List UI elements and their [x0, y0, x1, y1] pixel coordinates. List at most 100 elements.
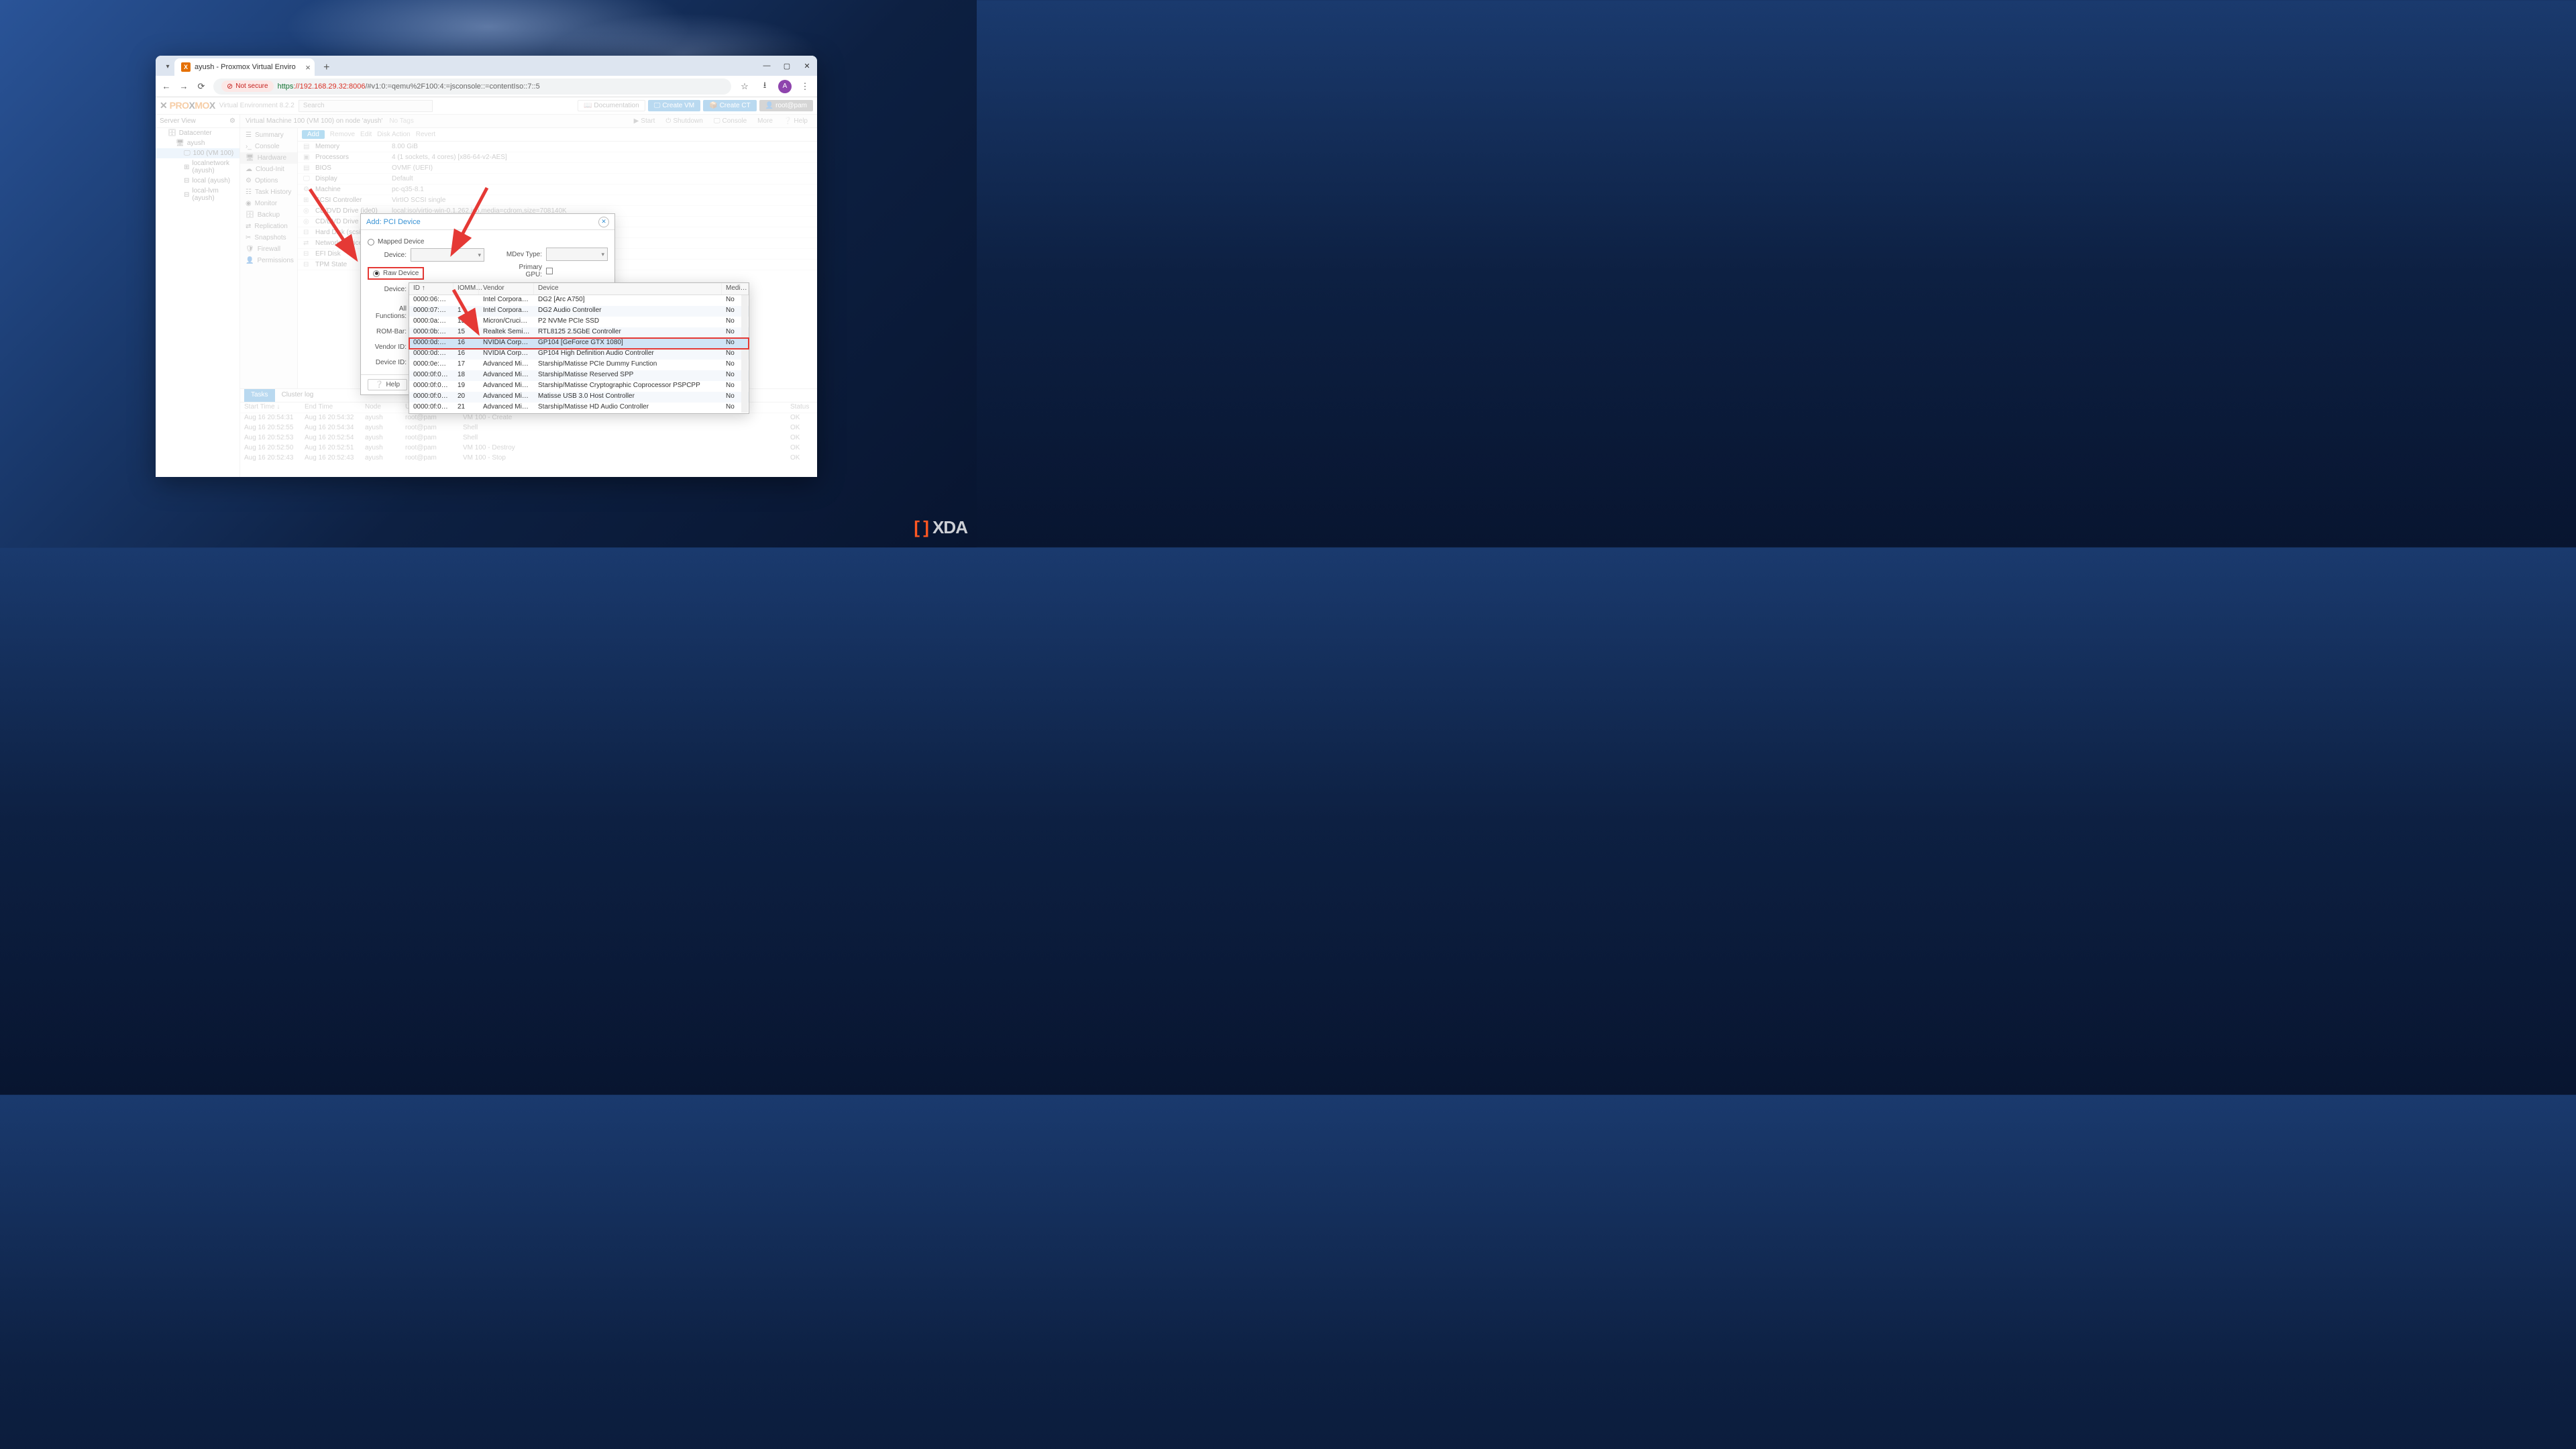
radio-mapped[interactable]	[368, 239, 374, 246]
server-tree-panel: Server View⚙ 🗄 Datacenter 🖥 ayush 🖵 100 …	[156, 115, 240, 477]
tree-view-selector[interactable]: Server View⚙	[156, 115, 239, 128]
modal-title: Add: PCI Device	[366, 218, 421, 226]
tree-localnetwork[interactable]: ⊞ localnetwork (ayush)	[156, 158, 239, 176]
dropdown-row[interactable]: 0000:0d:00.116NVIDIA CorporationGP104 Hi…	[409, 349, 749, 360]
proxmox-logo: ✕ PROXMOX	[160, 100, 215, 111]
hw-value: OVMF (UEFI)	[392, 164, 812, 172]
dropdown-row[interactable]: 0000:0d:00.016NVIDIA CorporationGP104 [G…	[409, 338, 749, 349]
address-bar: ← → ⟳ Not secure https://192.168.29.32:8…	[156, 76, 817, 97]
dropdown-row[interactable]: 0000:0f:00.018Advanced Micro …Starship/M…	[409, 370, 749, 381]
console-button[interactable]: 🖵 Console	[710, 117, 751, 125]
hw-label: Processors	[315, 154, 388, 161]
tree-local[interactable]: ⊟ local (ayush)	[156, 176, 239, 186]
more-button[interactable]: More	[753, 117, 777, 125]
chrome-menu-icon[interactable]: ⋮	[798, 80, 812, 93]
hw-row[interactable]: ⚙Machinepc-q35-8.1	[298, 184, 817, 195]
tree-local-lvm[interactable]: ⊟ local-lvm (ayush)	[156, 186, 239, 203]
nav-snapshots[interactable]: ✂ Snapshots	[240, 232, 297, 244]
profile-avatar[interactable]: A	[778, 80, 792, 93]
log-row[interactable]: Aug 16 20:54:31Aug 16 20:54:32ayushroot@…	[240, 413, 817, 423]
radio-raw[interactable]	[373, 270, 380, 277]
url-input[interactable]: Not secure https://192.168.29.32:8006/#v…	[213, 78, 731, 95]
close-tab-icon[interactable]: ×	[305, 62, 311, 72]
log-row[interactable]: Aug 16 20:52:43Aug 16 20:52:43ayushroot@…	[240, 453, 817, 464]
hw-label: Display	[315, 175, 388, 182]
tab-tasks[interactable]: Tasks	[244, 389, 275, 402]
dropdown-row[interactable]: 0000:0e:00.017Advanced Micro …Starship/M…	[409, 360, 749, 370]
browser-tab-bar: ▾ ayush - Proxmox Virtual Enviro × + — ▢…	[156, 56, 817, 76]
nav-permissions[interactable]: 👤 Permissions	[240, 255, 297, 266]
hw-row[interactable]: ▤Memory8.00 GiB	[298, 142, 817, 152]
nav-backup[interactable]: 🗄 Backup	[240, 209, 297, 221]
tab-title: ayush - Proxmox Virtual Enviro	[195, 63, 296, 71]
create-vm-button[interactable]: 🖵 Create VM	[648, 100, 700, 111]
reload-button[interactable]: ⟳	[196, 81, 207, 92]
primary-gpu-checkbox[interactable]	[546, 268, 553, 274]
add-hardware-button[interactable]: Add	[302, 130, 325, 139]
forward-button[interactable]: →	[178, 81, 189, 92]
no-tags-label: No Tags	[389, 117, 414, 125]
nav-taskhistory[interactable]: ☷ Task History	[240, 186, 297, 198]
log-row[interactable]: Aug 16 20:52:50Aug 16 20:52:51ayushroot@…	[240, 443, 817, 453]
close-window-button[interactable]: ✕	[797, 56, 817, 76]
nav-replication[interactable]: ⇄ Replication	[240, 221, 297, 232]
back-button[interactable]: ←	[161, 81, 172, 92]
favicon-icon	[181, 62, 191, 72]
documentation-button[interactable]: 📖 Documentation	[578, 100, 645, 111]
nav-options[interactable]: ⚙ Options	[240, 175, 297, 186]
nav-console[interactable]: ›_ Console	[240, 141, 297, 152]
nav-summary[interactable]: ☰ Summary	[240, 129, 297, 141]
vm-nav: ☰ Summary ›_ Console 🖥 Hardware ☁ Cloud-…	[240, 128, 298, 388]
raw-device-radio-row[interactable]: Raw Device	[368, 267, 424, 280]
dropdown-row[interactable]: 0000:0f:00.320Advanced Micro …Matisse US…	[409, 392, 749, 402]
hw-icon: 🖵	[303, 175, 311, 182]
modal-close-icon[interactable]: ✕	[598, 217, 609, 227]
log-row[interactable]: Aug 16 20:52:55Aug 16 20:54:34ayushroot@…	[240, 423, 817, 433]
bookmark-icon[interactable]: ☆	[738, 80, 751, 93]
annotation-arrow-1	[306, 185, 360, 266]
new-tab-button[interactable]: +	[319, 60, 335, 76]
url-text: https://192.168.29.32:8006/#v1:0:=qemu%2…	[278, 83, 540, 91]
downloads-icon[interactable]: ⭳	[758, 80, 771, 93]
annotation-arrow-3	[449, 286, 483, 337]
hw-row[interactable]: ⊞SCSI ControllerVirtIO SCSI single	[298, 195, 817, 206]
edit-button[interactable]: Edit	[360, 131, 372, 138]
tab-search-icon[interactable]: ▾	[161, 57, 174, 76]
create-ct-button[interactable]: 📦 Create CT	[703, 100, 757, 111]
hw-row[interactable]: ▤BIOSOVMF (UEFI)	[298, 163, 817, 174]
nav-monitor[interactable]: ◉ Monitor	[240, 198, 297, 209]
hw-icon: ▣	[303, 154, 311, 161]
nav-cloudinit[interactable]: ☁ Cloud-Init	[240, 164, 297, 175]
nav-hardware[interactable]: 🖥 Hardware	[240, 152, 297, 164]
dropdown-row[interactable]: 0000:0f:00.421Advanced Micro …Starship/M…	[409, 402, 749, 413]
dropdown-row[interactable]: 0000:0f:00.119Advanced Micro …Starship/M…	[409, 381, 749, 392]
remove-button[interactable]: Remove	[330, 131, 355, 138]
revert-button[interactable]: Revert	[416, 131, 435, 138]
tree-datacenter[interactable]: 🗄 Datacenter	[156, 128, 239, 138]
minimize-button[interactable]: —	[757, 56, 777, 76]
start-button[interactable]: ▶ Start	[630, 117, 659, 125]
search-input[interactable]	[299, 100, 433, 112]
annotation-arrow-2	[447, 184, 494, 258]
maximize-button[interactable]: ▢	[777, 56, 797, 76]
tab-cluster-log[interactable]: Cluster log	[275, 389, 321, 402]
tree-node[interactable]: 🖥 ayush	[156, 138, 239, 148]
disk-action-button[interactable]: Disk Action	[377, 131, 410, 138]
tree-vm-100[interactable]: 🖵 100 (VM 100)	[156, 148, 239, 158]
hw-value: 4 (1 sockets, 4 cores) [x86-64-v2-AES]	[392, 154, 812, 161]
mdev-type-combo	[546, 248, 608, 261]
gear-icon[interactable]: ⚙	[229, 117, 235, 125]
browser-tab[interactable]: ayush - Proxmox Virtual Enviro ×	[174, 58, 315, 76]
log-row[interactable]: Aug 16 20:52:53Aug 16 20:52:54ayushroot@…	[240, 433, 817, 443]
hw-row[interactable]: 🖵DisplayDefault	[298, 174, 817, 184]
hw-row[interactable]: ▣ Processors 4 (1 sockets, 4 cores) [x86-6…	[298, 152, 817, 163]
hw-icon: ▤	[303, 164, 311, 172]
user-menu-button[interactable]: 👤 root@pam	[759, 100, 813, 111]
log-rows: Aug 16 20:54:31Aug 16 20:54:32ayushroot@…	[240, 413, 817, 477]
shutdown-button[interactable]: ⏻ Shutdown	[661, 117, 706, 125]
help-button-modal[interactable]: ❔ Help	[368, 379, 407, 390]
help-button[interactable]: ❔ Help	[780, 117, 812, 125]
security-chip[interactable]: Not secure	[221, 80, 274, 92]
nav-firewall[interactable]: 🛡 Firewall	[240, 244, 297, 255]
dropdown-scrollbar[interactable]	[741, 295, 748, 413]
